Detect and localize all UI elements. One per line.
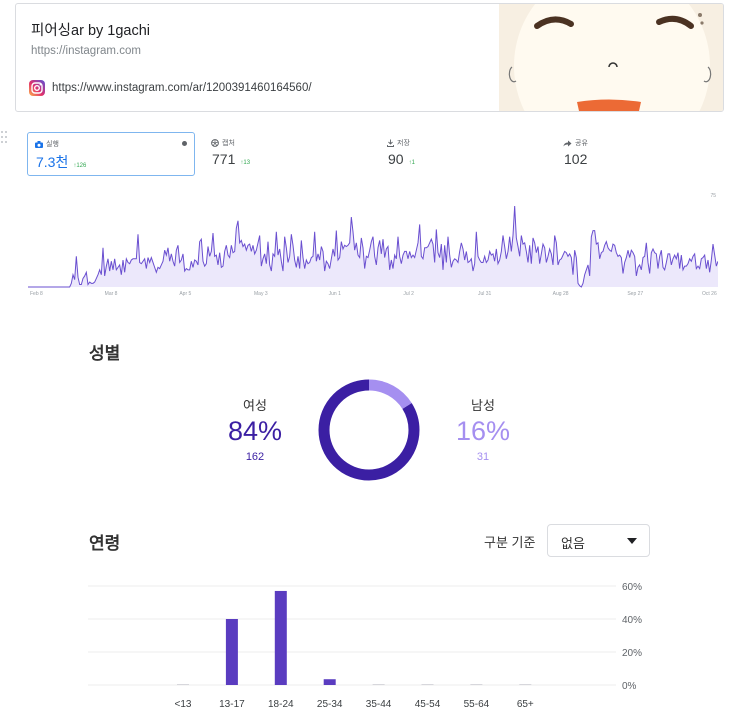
age-bar[interactable] [372,684,385,685]
female-count: 162 [245,451,265,463]
x-tick-label: <13 [175,699,192,710]
age-bar[interactable] [421,684,434,685]
metric-delta-value: 13 [243,160,251,166]
tab-metric-save[interactable]: 저장 90 ↑1 [380,132,540,174]
caret-down-icon [627,538,637,544]
age-bar[interactable] [323,679,336,685]
age-bar[interactable] [225,619,238,685]
instagram-icon [29,80,45,96]
metric-delta: ↑13 [240,160,251,166]
preview-thumbnail [499,4,723,111]
tab-metric-capture[interactable]: 캡처 771 ↑13 [204,132,364,174]
gender-section-title: 성별 [89,344,121,363]
trend-x-label: Oct 26 [702,291,717,297]
card-title: 피어싱ar by 1gachi [31,23,151,39]
age-bar[interactable] [519,684,532,685]
trend-y-max-label: 75 [710,193,716,199]
female-label: 여성 [243,398,267,413]
card-link[interactable]: https://www.instagram.com/ar/12003914601… [52,82,312,94]
male-count: 31 [476,451,490,463]
trend-x-label: Jul 31 [478,291,492,297]
trend-x-label: Sep 27 [627,291,643,297]
male-percent: 16% [455,416,511,446]
x-tick-label: 65+ [517,699,534,710]
x-tick-label: 55-64 [464,699,490,710]
share-icon [563,140,572,146]
metric-delta-value: 1 [411,160,415,166]
trend-line-chart: 75 Feb 8 Mar 8 Apr 5 May 3 Jun 1 Jul 2 Jul 31 Au… [28,193,718,297]
y-tick-label: 0% [622,681,637,692]
trend-x-label: May 3 [254,291,268,297]
y-tick-label: 60% [622,582,642,593]
metric-label: 캡처 [222,140,235,147]
breakdown-label: 구분 기준 [484,535,536,550]
age-bar[interactable] [177,684,189,685]
metric-delta: ↑126 [73,163,87,169]
link-preview-card[interactable]: 피어싱ar by 1gachi https://instagram.com ht… [15,3,724,112]
card-link-row[interactable]: https://www.instagram.com/ar/12003914601… [29,80,312,96]
x-tick-label: 25-34 [317,699,343,710]
age-bar[interactable] [470,684,483,685]
x-tick-label: 45-54 [415,699,441,710]
trend-x-label: Mar 8 [105,291,118,297]
aperture-icon [211,139,219,147]
save-icon [387,139,394,147]
metric-value: 102 [564,151,588,167]
metric-delta: ↑1 [408,160,415,166]
metric-value: 7.3천 [36,154,69,170]
trend-x-label: Aug 28 [553,291,569,297]
breakdown-dropdown-value: 없음 [561,536,585,551]
tab-metric-share[interactable]: 공유 102 [556,132,716,174]
male-label: 남성 [471,398,495,413]
metric-value: 90 [388,151,404,167]
metric-label: 공유 [575,140,588,147]
metric-value: 771 [212,151,236,167]
info-icon[interactable] [182,141,187,146]
metric-label: 실행 [46,141,59,148]
tab-metric-open[interactable]: 실행 7.3천 ↑126 [27,132,195,176]
trend-x-label: Jul 2 [403,291,414,297]
trend-x-label: Jun 1 [329,291,341,297]
card-site: https://instagram.com [31,45,141,57]
x-tick-label: 18-24 [268,699,294,710]
age-bar[interactable] [274,590,287,685]
y-tick-label: 20% [622,648,642,659]
breakdown-dropdown[interactable]: 없음 [547,524,650,557]
camera-icon [35,140,43,148]
x-tick-label: 35-44 [366,699,392,710]
metric-label: 저장 [397,140,410,147]
trend-x-label: Apr 5 [179,291,191,297]
age-section-title: 연령 [89,534,121,553]
female-percent: 84% [227,416,283,446]
age-bar-chart: 60% 40% 20% 0% <13 13-17 18-24 25-34 35-44 45-54 5… [88,582,642,710]
drag-handle-icon[interactable] [0,130,9,146]
metric-delta-value: 126 [76,163,87,169]
y-tick-label: 40% [622,615,642,626]
trend-x-label: Feb 8 [30,291,43,297]
x-tick-label: 13-17 [219,699,245,710]
gender-donut-chart [318,379,420,481]
face-illustration [499,4,723,111]
